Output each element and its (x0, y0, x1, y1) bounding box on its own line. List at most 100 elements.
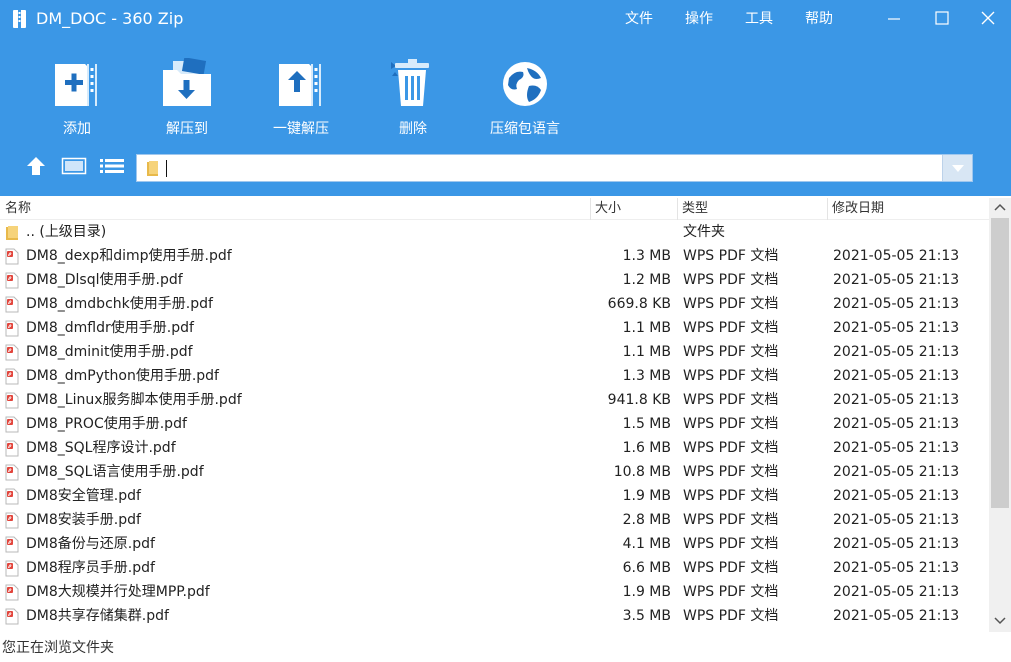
scroll-up-button[interactable] (989, 198, 1011, 218)
file-row[interactable]: DM8共享存储集群.pdf 3.5 MB WPS PDF 文档 2021-05-05 … (0, 604, 989, 628)
pdf-file-icon (5, 296, 19, 313)
pdf-file-icon (5, 368, 19, 385)
file-name: DM8安全管理.pdf (26, 488, 141, 504)
extract-to-label: 解压到 (166, 121, 208, 137)
file-name: DM8_PROC使用手册.pdf (26, 416, 187, 432)
maximize-button[interactable] (924, 4, 960, 32)
scroll-down-button[interactable] (989, 610, 1011, 630)
menu-tools[interactable]: 工具 (745, 10, 773, 28)
extract-to-folder-icon (163, 58, 211, 106)
pdf-file-icon (5, 320, 19, 337)
one-click-extract-button[interactable]: 一键解压 (246, 56, 356, 140)
file-name: .. (上级目录) (26, 224, 107, 240)
file-row[interactable]: .. (上级目录) 文件夹 (0, 220, 989, 244)
pdf-file-icon (5, 440, 19, 457)
file-row[interactable]: DM8_dmPython使用手册.pdf 1.3 MB WPS PDF 文档 2021… (0, 364, 989, 388)
file-name: DM8大规模并行处理MPP.pdf (26, 584, 210, 600)
file-row[interactable]: DM8_dminit使用手册.pdf 1.1 MB WPS PDF 文档 2021-0… (0, 340, 989, 364)
file-row[interactable]: DM8_PROC使用手册.pdf 1.5 MB WPS PDF 文档 2021-05-… (0, 412, 989, 436)
file-list: .. (上级目录) 文件夹 DM8_dexp和dimp使用手册.pdf 1.3 MB W… (0, 220, 989, 630)
file-row[interactable]: DM8大规模并行处理MPP.pdf 1.9 MB WPS PDF 文档 2021-05… (0, 580, 989, 604)
chevron-down-icon (952, 165, 964, 172)
file-size: 1.1 MB (622, 320, 671, 336)
add-label: 添加 (63, 121, 91, 137)
file-modified: 2021-05-05 21:13 (833, 440, 960, 456)
up-arrow-icon[interactable] (25, 155, 47, 177)
minimize-icon (888, 18, 900, 20)
delete-button[interactable]: 删除 (358, 56, 468, 140)
path-bar (136, 154, 973, 182)
file-name: DM8备份与还原.pdf (26, 536, 155, 552)
file-type: 文件夹 (683, 224, 725, 240)
column-header-modified[interactable]: 修改日期 (832, 200, 884, 218)
pdf-file-icon (5, 392, 19, 409)
menu-operation[interactable]: 操作 (685, 10, 713, 28)
file-size: 6.6 MB (622, 560, 671, 576)
file-type: WPS PDF 文档 (683, 536, 779, 552)
file-size: 4.1 MB (622, 536, 671, 552)
path-input[interactable] (165, 158, 935, 178)
thumbnail-view-icon[interactable] (61, 156, 87, 176)
header: DM_DOC - 360 Zip 文件 操作 工具 帮助 添加 解压到 一键解压… (0, 0, 1011, 196)
file-row[interactable]: DM8备份与还原.pdf 4.1 MB WPS PDF 文档 2021-05-05 2… (0, 532, 989, 556)
menu-help[interactable]: 帮助 (805, 10, 833, 28)
file-modified: 2021-05-05 21:13 (833, 464, 960, 480)
file-row[interactable]: DM8_dmdbchk使用手册.pdf 669.8 KB WPS PDF 文档 202… (0, 292, 989, 316)
pdf-file-icon (5, 584, 19, 601)
extract-to-button[interactable]: 解压到 (132, 56, 242, 140)
file-row[interactable]: DM8_Linux服务脚本使用手册.pdf 941.8 KB WPS PDF 文档 2… (0, 388, 989, 412)
file-name: DM8_dexp和dimp使用手册.pdf (26, 248, 232, 264)
file-name: DM8_dmPython使用手册.pdf (26, 368, 219, 384)
title-bar: DM_DOC - 360 Zip 文件 操作 工具 帮助 (0, 0, 1011, 38)
file-row[interactable]: DM8安装手册.pdf 2.8 MB WPS PDF 文档 2021-05-05 21… (0, 508, 989, 532)
column-divider[interactable] (590, 198, 591, 220)
file-type: WPS PDF 文档 (683, 440, 779, 456)
column-divider[interactable] (827, 198, 828, 220)
file-type: WPS PDF 文档 (683, 416, 779, 432)
file-row[interactable]: DM8_dexp和dimp使用手册.pdf 1.3 MB WPS PDF 文档 202… (0, 244, 989, 268)
column-header-type[interactable]: 类型 (682, 200, 708, 218)
file-name: DM8程序员手册.pdf (26, 560, 155, 576)
menu-file[interactable]: 文件 (625, 10, 653, 28)
file-type: WPS PDF 文档 (683, 392, 779, 408)
folder-icon (6, 226, 18, 240)
file-type: WPS PDF 文档 (683, 488, 779, 504)
file-name: DM8安装手册.pdf (26, 512, 141, 528)
column-divider[interactable] (677, 198, 678, 220)
scrollbar-thumb[interactable] (991, 218, 1009, 508)
file-row[interactable]: DM8程序员手册.pdf 6.6 MB WPS PDF 文档 2021-05-05 2… (0, 556, 989, 580)
file-modified: 2021-05-05 21:13 (833, 536, 960, 552)
file-modified: 2021-05-05 21:13 (833, 488, 960, 504)
file-type: WPS PDF 文档 (683, 272, 779, 288)
archive-language-label: 压缩包语言 (490, 121, 560, 137)
file-row[interactable]: DM8_Dlsql使用手册.pdf 1.2 MB WPS PDF 文档 2021-05… (0, 268, 989, 292)
column-header-size[interactable]: 大小 (595, 200, 621, 218)
file-name: DM8_Linux服务脚本使用手册.pdf (26, 392, 242, 408)
file-size: 941.8 KB (607, 392, 671, 408)
file-modified: 2021-05-05 21:13 (833, 608, 960, 624)
file-size: 1.9 MB (622, 488, 671, 504)
file-type: WPS PDF 文档 (683, 296, 779, 312)
pdf-file-icon (5, 464, 19, 481)
one-click-extract-icon (279, 64, 321, 106)
file-modified: 2021-05-05 21:13 (833, 512, 960, 528)
file-size: 1.2 MB (622, 272, 671, 288)
file-row[interactable]: DM8_dmfldr使用手册.pdf 1.1 MB WPS PDF 文档 2021-0… (0, 316, 989, 340)
column-header-name[interactable]: 名称 (5, 200, 31, 218)
file-row[interactable]: DM8_SQL语言使用手册.pdf 10.8 MB WPS PDF 文档 2021-0… (0, 460, 989, 484)
trash-icon (391, 59, 429, 106)
path-dropdown-button[interactable] (942, 155, 972, 181)
file-type: WPS PDF 文档 (683, 464, 779, 480)
minimize-button[interactable] (876, 4, 912, 32)
close-button[interactable] (970, 4, 1006, 32)
maximize-icon (935, 11, 949, 25)
file-row[interactable]: DM8_SQL程序设计.pdf 1.6 MB WPS PDF 文档 2021-05-0… (0, 436, 989, 460)
archive-language-button[interactable]: 压缩包语言 (470, 56, 580, 140)
list-view-icon[interactable] (99, 157, 125, 175)
pdf-file-icon (5, 560, 19, 577)
vertical-scrollbar[interactable] (989, 198, 1011, 632)
file-size: 1.3 MB (622, 368, 671, 384)
one-click-extract-label: 一键解压 (273, 121, 329, 137)
file-row[interactable]: DM8安全管理.pdf 1.9 MB WPS PDF 文档 2021-05-05 21… (0, 484, 989, 508)
add-button[interactable]: 添加 (22, 56, 132, 140)
